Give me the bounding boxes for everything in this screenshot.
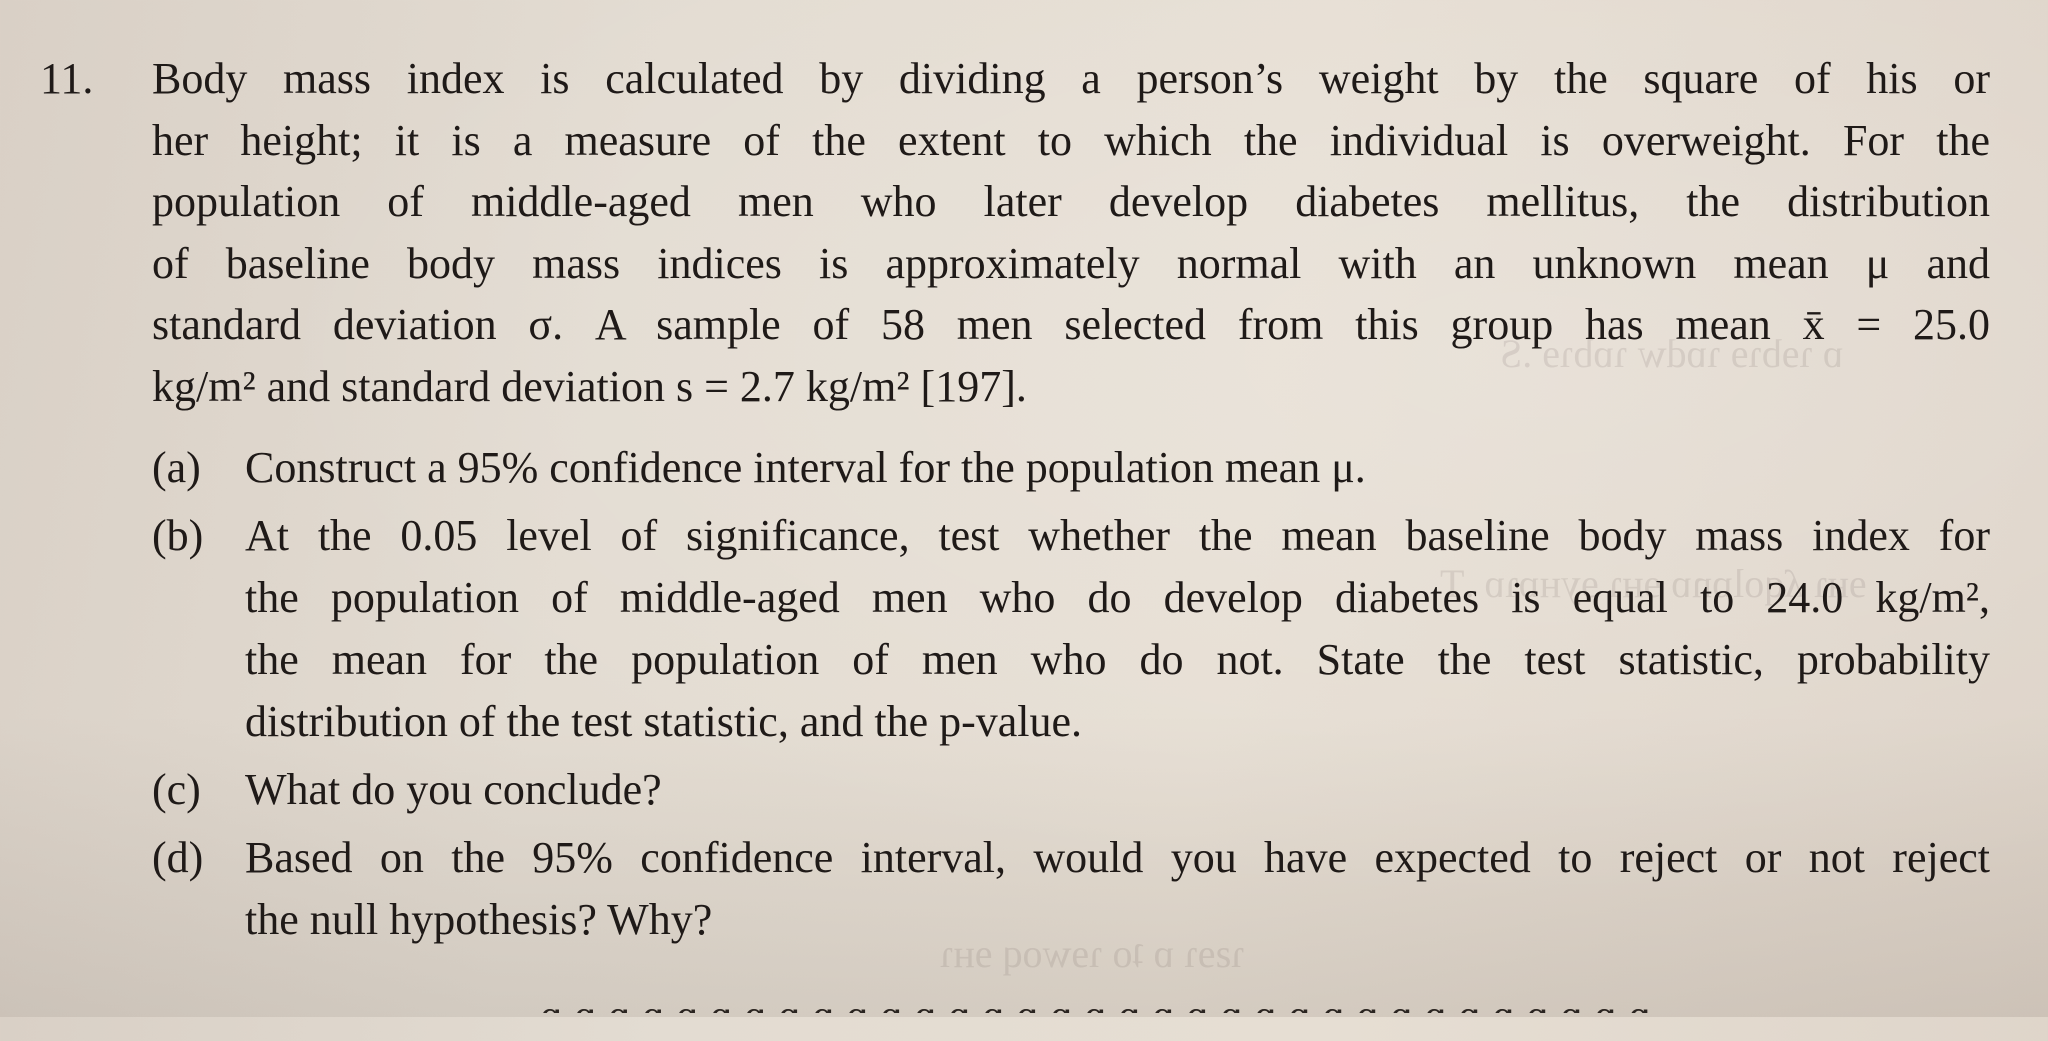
stem-line: population of middle-aged men who later … xyxy=(152,177,1990,226)
problem-parts: (a) Construct a 95% confidence interval … xyxy=(40,437,2000,951)
part-b: (b) At the 0.05 level of significance, t… xyxy=(40,505,2000,753)
problem-number: 11. xyxy=(40,54,94,103)
part-line: the population of middle-aged men who do… xyxy=(245,573,1990,622)
cropped-next-line: ɑ ɑ ɑ ɑ ɑ ɑ ɑ ɑ ɑ ɑ ɑ ɑ ɑ ɑ ɑ ɑ ɑ ɑ ɑ ɑ … xyxy=(540,991,1652,1040)
part-label: (c) xyxy=(152,765,201,814)
part-line: At the 0.05 level of significance, test … xyxy=(245,511,1990,560)
part-line: the null hypothesis? Why? xyxy=(245,895,713,944)
part-line: the mean for the population of men who d… xyxy=(245,635,1990,684)
stem-line: her height; it is a measure of the exten… xyxy=(152,115,1990,165)
problem-stem: 11. Body mass index is calculated by div… xyxy=(40,48,2000,417)
stem-line: Body mass index is calculated by dividin… xyxy=(152,54,1990,103)
part-label: (b) xyxy=(152,511,204,560)
part-line: distribution of the test statistic, and … xyxy=(245,697,1083,746)
part-a: (a) Construct a 95% confidence interval … xyxy=(40,437,2000,499)
part-label: (d) xyxy=(152,833,204,882)
problem-11: 11. Body mass index is calculated by div… xyxy=(40,48,2000,957)
stem-line: of baseline body mass indices is approxi… xyxy=(152,238,1990,288)
part-line: Construct a 95% confidence interval for … xyxy=(245,443,1366,492)
stem-line: standard deviation σ. A sample of 58 men… xyxy=(152,300,1990,349)
part-c: (c) What do you conclude? xyxy=(40,759,2000,821)
stem-line: kg/m² and standard deviation s = 2.7 kg/… xyxy=(152,361,1027,411)
part-d: (d) Based on the 95% confidence interval… xyxy=(40,827,2000,951)
part-line: What do you conclude? xyxy=(245,765,662,814)
part-line: Based on the 95% confidence interval, wo… xyxy=(245,833,1990,882)
part-label: (a) xyxy=(152,443,201,492)
